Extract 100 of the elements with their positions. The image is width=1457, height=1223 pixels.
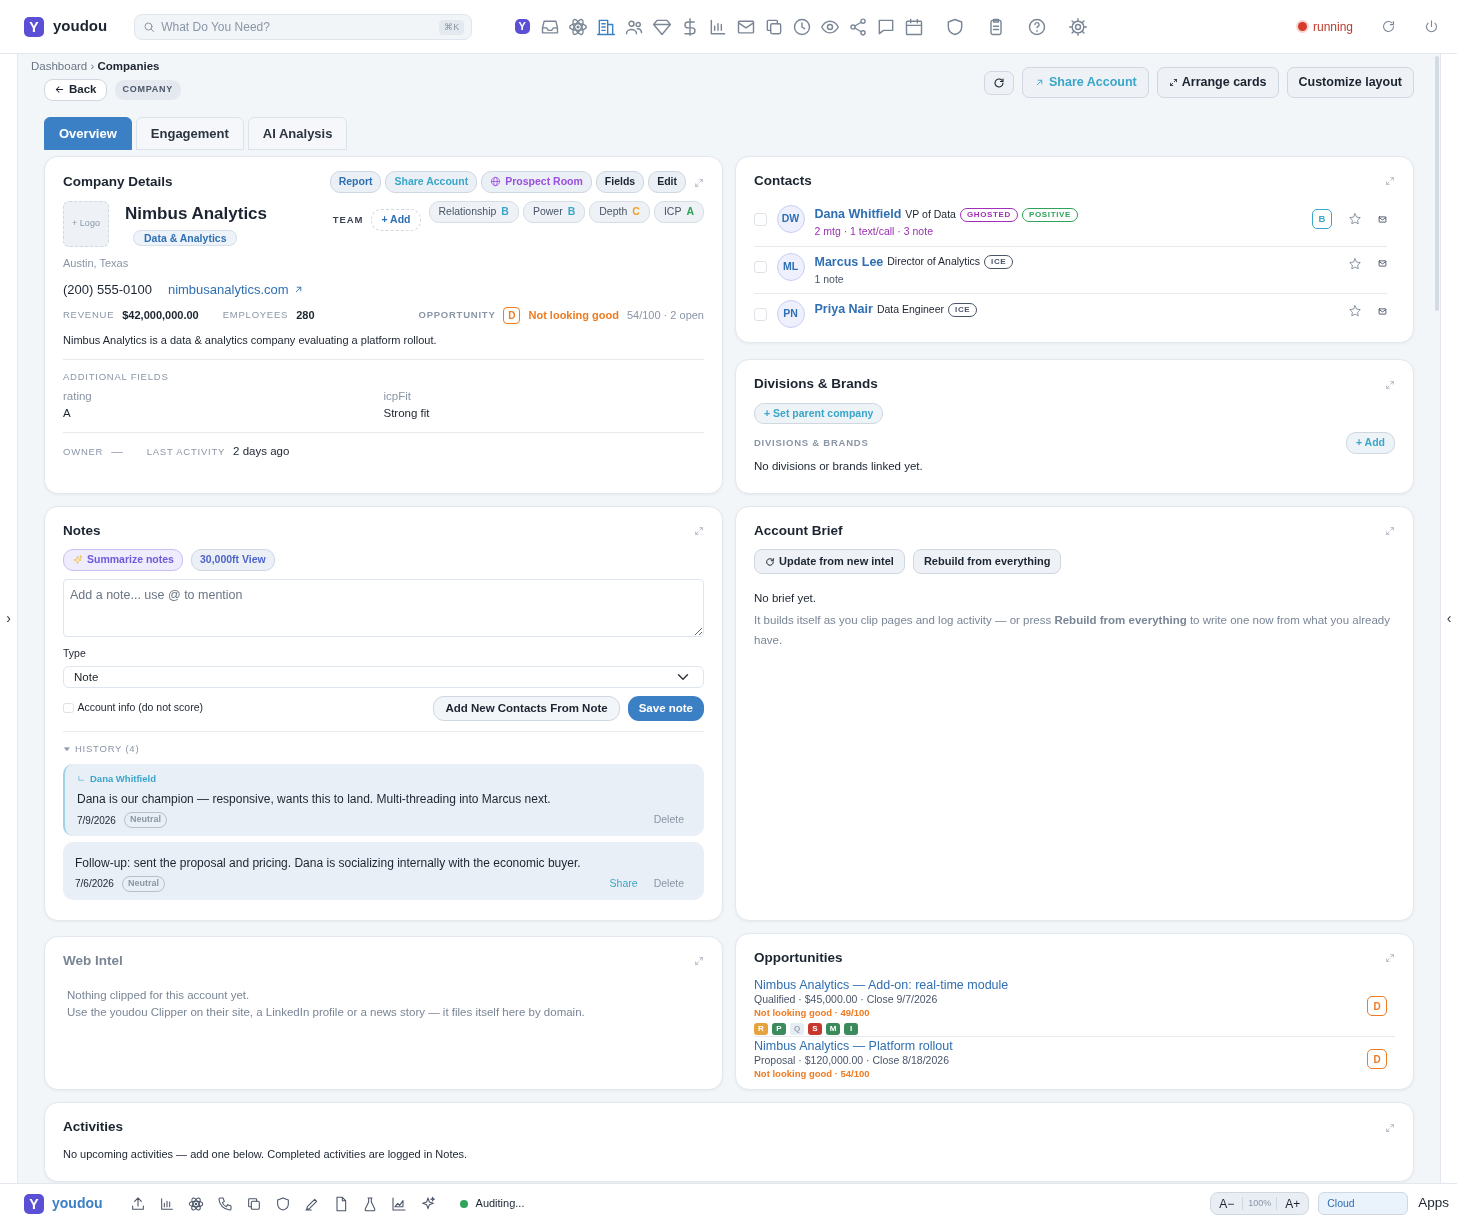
type-select[interactable]: Note: [63, 665, 704, 688]
envelope-icon[interactable]: [1378, 259, 1387, 269]
calendar-icon[interactable]: [904, 16, 925, 37]
save-note-button[interactable]: Save note: [627, 695, 704, 721]
delete-link[interactable]: Delete: [653, 876, 684, 892]
note-date: 7/6/2026: [75, 877, 114, 892]
settings-icon[interactable]: [1068, 16, 1089, 37]
delete-link[interactable]: Delete: [653, 812, 684, 828]
star-icon[interactable]: [1348, 212, 1362, 227]
note-text: Follow-up: sent the proposal and pricing. Dana is socializing internally with the economic buyer.: [75, 855, 582, 872]
refresh-button[interactable]: [983, 70, 1014, 95]
shield-icon[interactable]: [274, 1195, 291, 1212]
contact-activity: 2 mtg · 1 text/call · 3 note: [814, 224, 934, 239]
history-toggle[interactable]: HISTORY (4): [75, 741, 140, 756]
overview-button[interactable]: 30,000ft View: [190, 549, 275, 571]
add-contacts-button[interactable]: Add New Contacts From Note: [433, 695, 620, 721]
flask-icon[interactable]: [361, 1195, 378, 1212]
arrange-cards-button[interactable]: Arrange cards: [1156, 67, 1279, 98]
help-icon[interactable]: [1027, 16, 1048, 37]
website-link[interactable]: nimbusanalytics.com: [167, 279, 304, 299]
industry-tag: Data & Analytics: [133, 230, 238, 247]
grade-badge: D: [503, 307, 521, 324]
card-title: Web Intel: [63, 951, 123, 970]
contact-name[interactable]: Priya Nair: [814, 300, 873, 319]
company-name: Nimbus Analytics: [125, 202, 268, 225]
environment-select[interactable]: Cloud: [1318, 1192, 1409, 1215]
score-tag: ICP A: [653, 200, 704, 223]
card-action-button[interactable]: Fields: [595, 171, 645, 193]
card-action-button[interactable]: Edit: [648, 171, 686, 193]
zoom-level: 100%: [1242, 1196, 1278, 1211]
star-icon[interactable]: [1348, 304, 1362, 319]
caret-icon[interactable]: [63, 744, 71, 753]
rebuild-button[interactable]: Rebuild from everything: [912, 549, 1062, 574]
stage-tag: S: [808, 1023, 822, 1036]
grade-badge: D: [1367, 996, 1387, 1017]
add-team-button[interactable]: + Add: [371, 208, 421, 231]
share-icon[interactable]: [848, 16, 869, 37]
app-name: youdou: [52, 1194, 103, 1213]
phone-icon[interactable]: [216, 1195, 233, 1212]
atom-icon[interactable]: [187, 1195, 204, 1212]
upload-icon[interactable]: [129, 1195, 146, 1212]
contact-checkbox[interactable]: [754, 213, 767, 226]
panel-toggle[interactable]: ‹: [1446, 608, 1452, 629]
note-date: 7/9/2026: [77, 813, 116, 828]
envelope-icon[interactable]: [1378, 306, 1387, 316]
opportunity-link[interactable]: Nimbus Analytics — Add-on: real-time module: [754, 977, 1367, 994]
card-title: Contacts: [754, 172, 812, 190]
empty-message: No upcoming activities — add one below. Completed activities are logged in Notes.: [63, 1146, 469, 1162]
clock-icon[interactable]: [792, 16, 813, 37]
status-dot: [459, 1199, 468, 1208]
back-button[interactable]: Back: [44, 79, 107, 101]
opportunity-health: Not looking good · 54/100: [754, 1068, 871, 1081]
sparkle-icon[interactable]: [419, 1195, 436, 1212]
contact-name[interactable]: Dana Whitfield: [814, 205, 902, 224]
bar-chart-icon[interactable]: [158, 1195, 175, 1212]
stage-tag: M: [826, 1023, 840, 1036]
summarize-button[interactable]: Summarize notes: [63, 549, 183, 571]
note-input[interactable]: Add a note... use @ to mention: [63, 579, 704, 637]
expand-icon: [1168, 78, 1178, 88]
stage-tag: I: [844, 1023, 858, 1036]
owner-value: —: [111, 444, 123, 460]
account-info-checkbox[interactable]: [63, 702, 74, 714]
score-tag: Relationship B: [428, 200, 519, 223]
opportunity-status: Not looking good: [528, 308, 619, 324]
stage-tag: Q: [790, 1023, 804, 1036]
sidebar-toggle[interactable]: ›: [6, 608, 11, 629]
refresh-icon: [765, 556, 775, 567]
contact-role: Data Engineer: [876, 301, 944, 317]
card-action-button[interactable]: Prospect Room: [481, 171, 592, 193]
section-label: DIVISIONS & BRANDS: [754, 436, 869, 450]
contact-avatar: PN: [776, 300, 805, 329]
opportunity-link[interactable]: Nimbus Analytics — Platform rollout: [754, 1038, 1367, 1055]
note-text: Dana is our champion — responsive, wants this to land. Multi-threading into Marcus next.: [77, 791, 552, 809]
empty-message: No divisions or brands linked yet.: [754, 459, 924, 474]
empty-message: It builds itself as you clip pages and log activity — or press Rebuild from everything to write one now from what you already have.: [754, 613, 1391, 648]
checkbox-label: Account info (do not score): [77, 700, 203, 716]
customize-layout-button[interactable]: Customize layout: [1286, 67, 1414, 98]
arrow-left-icon: [54, 84, 65, 96]
refresh-icon[interactable]: [1381, 19, 1396, 34]
copy-icon[interactable]: [245, 1195, 262, 1212]
envelope-icon[interactable]: [1378, 214, 1387, 224]
font-decrease-button[interactable]: A−: [1211, 1194, 1243, 1213]
area-chart-icon[interactable]: [390, 1195, 407, 1212]
contact-checkbox[interactable]: [754, 260, 767, 274]
contact-name[interactable]: Marcus Lee: [814, 252, 884, 272]
star-icon[interactable]: [1348, 256, 1362, 271]
contact-checkbox[interactable]: [754, 308, 767, 321]
power-icon[interactable]: [1424, 19, 1439, 34]
field-label: OWNER: [63, 444, 104, 459]
atom-icon[interactable]: [568, 16, 589, 37]
card-action-button[interactable]: Report: [329, 171, 382, 193]
tab[interactable]: Engagement: [135, 116, 244, 150]
tab[interactable]: Overview: [44, 116, 132, 150]
logo-upload[interactable]: + Logo: [63, 200, 109, 247]
tab[interactable]: AI Analysis: [247, 116, 348, 150]
app-logo-button[interactable]: Y: [512, 16, 533, 37]
revenue-value: $42,000,000.00: [122, 308, 199, 324]
field-label: EMPLOYEES: [222, 308, 289, 323]
font-increase-button[interactable]: A+: [1277, 1194, 1309, 1213]
update-button[interactable]: Update from new intel: [754, 549, 905, 574]
